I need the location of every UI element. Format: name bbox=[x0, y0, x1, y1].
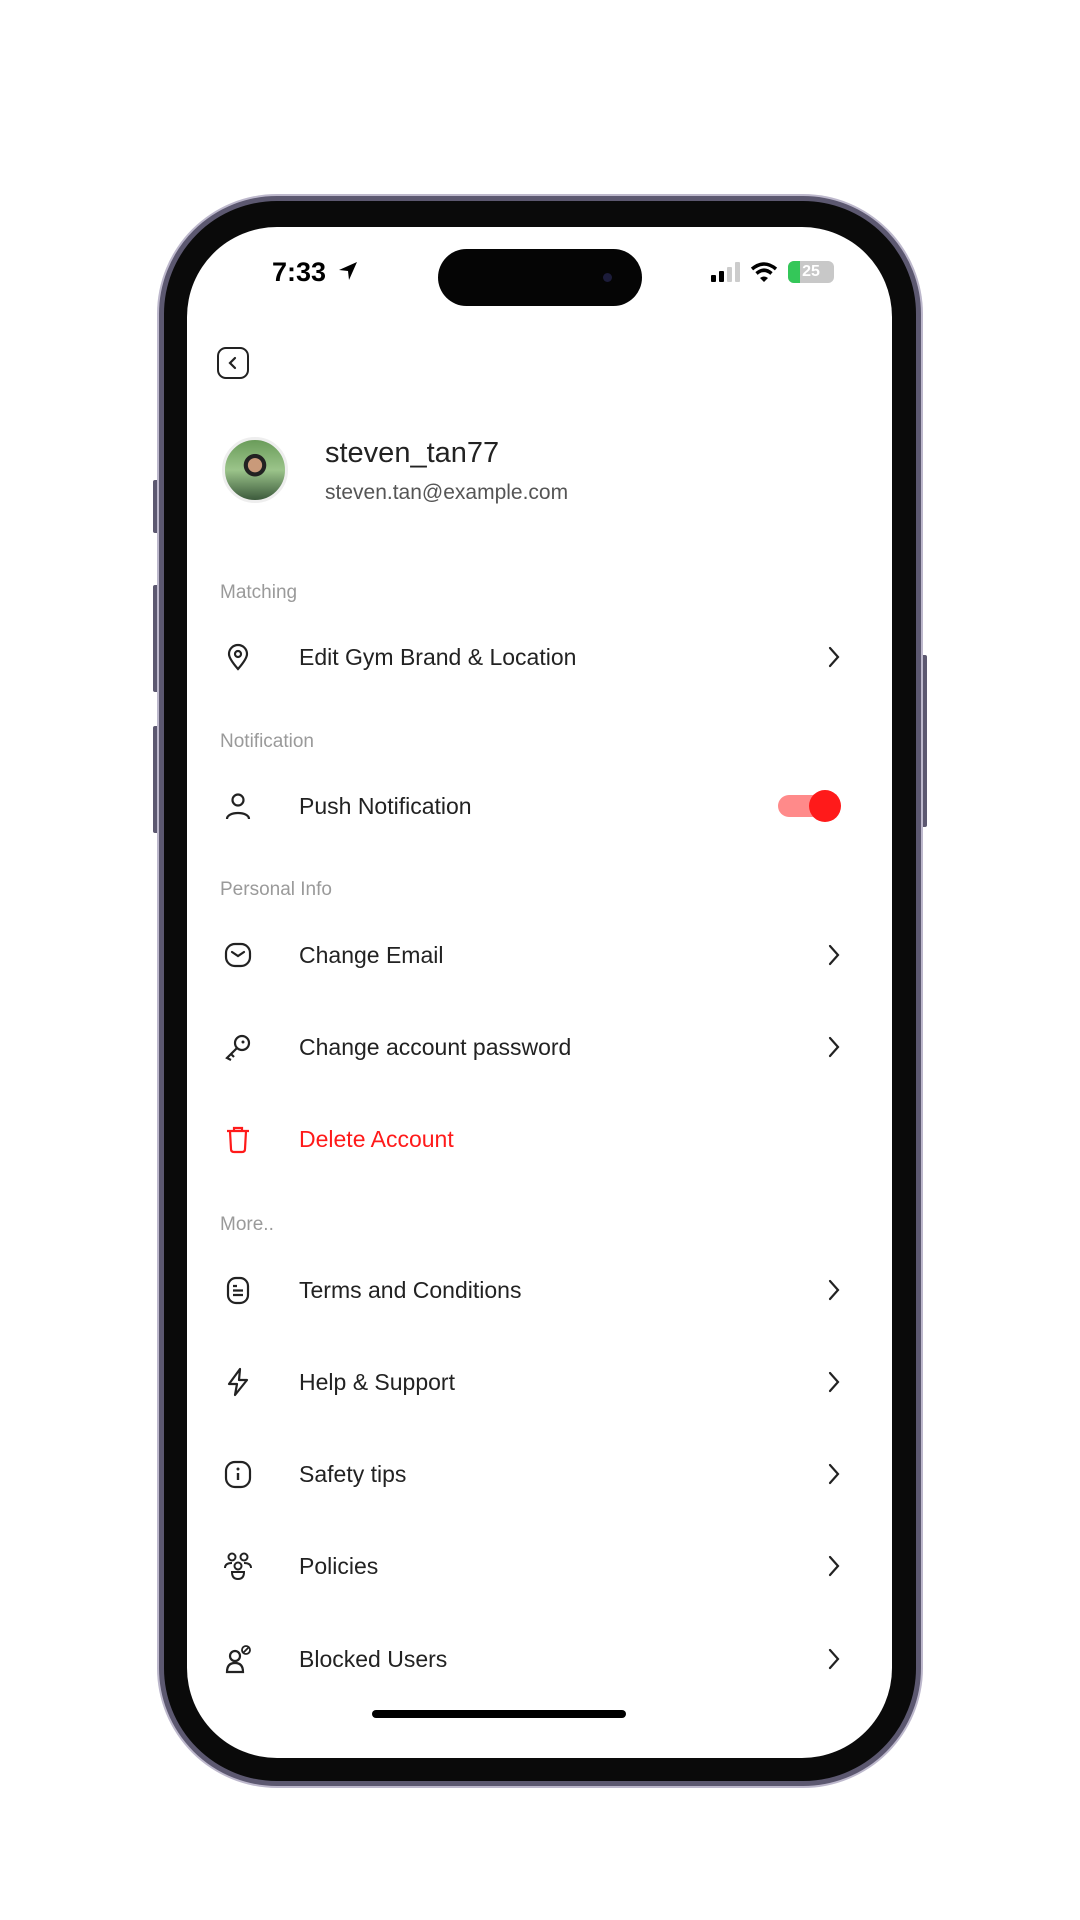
section-title: Matching bbox=[220, 582, 298, 603]
blocked-user-icon bbox=[225, 1645, 251, 1674]
settings-row-change-email[interactable]: Change Email bbox=[187, 920, 892, 990]
status-icons: 25 bbox=[711, 261, 834, 283]
battery-icon: 25 bbox=[788, 261, 834, 283]
camera bbox=[603, 273, 612, 282]
settings-row-blocked-users[interactable]: Blocked Users bbox=[187, 1624, 892, 1694]
document-icon bbox=[226, 1276, 250, 1305]
trash-icon bbox=[227, 1126, 249, 1154]
location-arrow-icon bbox=[339, 262, 357, 280]
row-label: Change account password bbox=[299, 1033, 572, 1060]
settings-row-help-support[interactable]: Help & Support bbox=[187, 1347, 892, 1417]
settings-row-terms-and-conditions[interactable]: Terms and Conditions bbox=[187, 1255, 892, 1325]
chevron-right-icon bbox=[828, 1555, 840, 1577]
row-label: Help & Support bbox=[299, 1368, 455, 1395]
toggle-knob bbox=[809, 790, 841, 822]
settings-row-push-notification[interactable]: Push Notification bbox=[187, 771, 892, 841]
chevron-right-icon bbox=[828, 1648, 840, 1670]
chevron-right-icon bbox=[828, 1279, 840, 1301]
row-label: Delete Account bbox=[299, 1125, 454, 1152]
mail-icon bbox=[224, 942, 252, 968]
home-indicator[interactable] bbox=[372, 1710, 626, 1718]
user-icon bbox=[225, 793, 251, 820]
screen: 7:33 25 steven_tan77 steven.tan@example.… bbox=[187, 227, 892, 1758]
settings-row-policies[interactable]: Policies bbox=[187, 1531, 892, 1601]
settings-row-delete-account[interactable]: Delete Account bbox=[187, 1104, 892, 1174]
back-button[interactable] bbox=[217, 347, 249, 379]
section-title: More.. bbox=[220, 1214, 274, 1235]
chevron-left-icon bbox=[228, 356, 237, 370]
chevron-right-icon bbox=[828, 944, 840, 966]
chevron-right-icon bbox=[828, 1036, 840, 1058]
row-label: Policies bbox=[299, 1552, 379, 1579]
chevron-right-icon bbox=[828, 1371, 840, 1393]
lightning-icon bbox=[227, 1367, 249, 1397]
group-icon bbox=[224, 1552, 252, 1581]
user-email: steven.tan@example.com bbox=[325, 481, 569, 504]
info-icon bbox=[224, 1460, 252, 1489]
username: steven_tan77 bbox=[325, 437, 500, 469]
power-button bbox=[921, 655, 927, 827]
push-notification-toggle[interactable] bbox=[778, 790, 841, 822]
section-title: Personal Info bbox=[220, 879, 332, 900]
row-label: Safety tips bbox=[299, 1460, 407, 1487]
section-title: Notification bbox=[220, 731, 314, 752]
signal-icon bbox=[711, 262, 740, 282]
key-icon bbox=[225, 1034, 251, 1061]
row-label: Push Notification bbox=[299, 792, 472, 819]
location-pin-icon bbox=[227, 643, 249, 671]
settings-row-edit-gym-brand-location[interactable]: Edit Gym Brand & Location bbox=[187, 622, 892, 692]
battery-level: 25 bbox=[802, 263, 820, 280]
chevron-right-icon bbox=[828, 1463, 840, 1485]
chevron-right-icon bbox=[828, 646, 840, 668]
row-label: Terms and Conditions bbox=[299, 1276, 522, 1303]
status-time: 7:33 bbox=[272, 257, 327, 287]
settings-row-safety-tips[interactable]: Safety tips bbox=[187, 1439, 892, 1509]
row-label: Edit Gym Brand & Location bbox=[299, 643, 577, 670]
avatar[interactable] bbox=[222, 437, 288, 503]
wifi-icon bbox=[750, 262, 778, 282]
row-label: Change Email bbox=[299, 941, 444, 968]
row-label: Blocked Users bbox=[299, 1645, 448, 1672]
dynamic-island bbox=[438, 249, 642, 306]
settings-row-change-account-password[interactable]: Change account password bbox=[187, 1012, 892, 1082]
